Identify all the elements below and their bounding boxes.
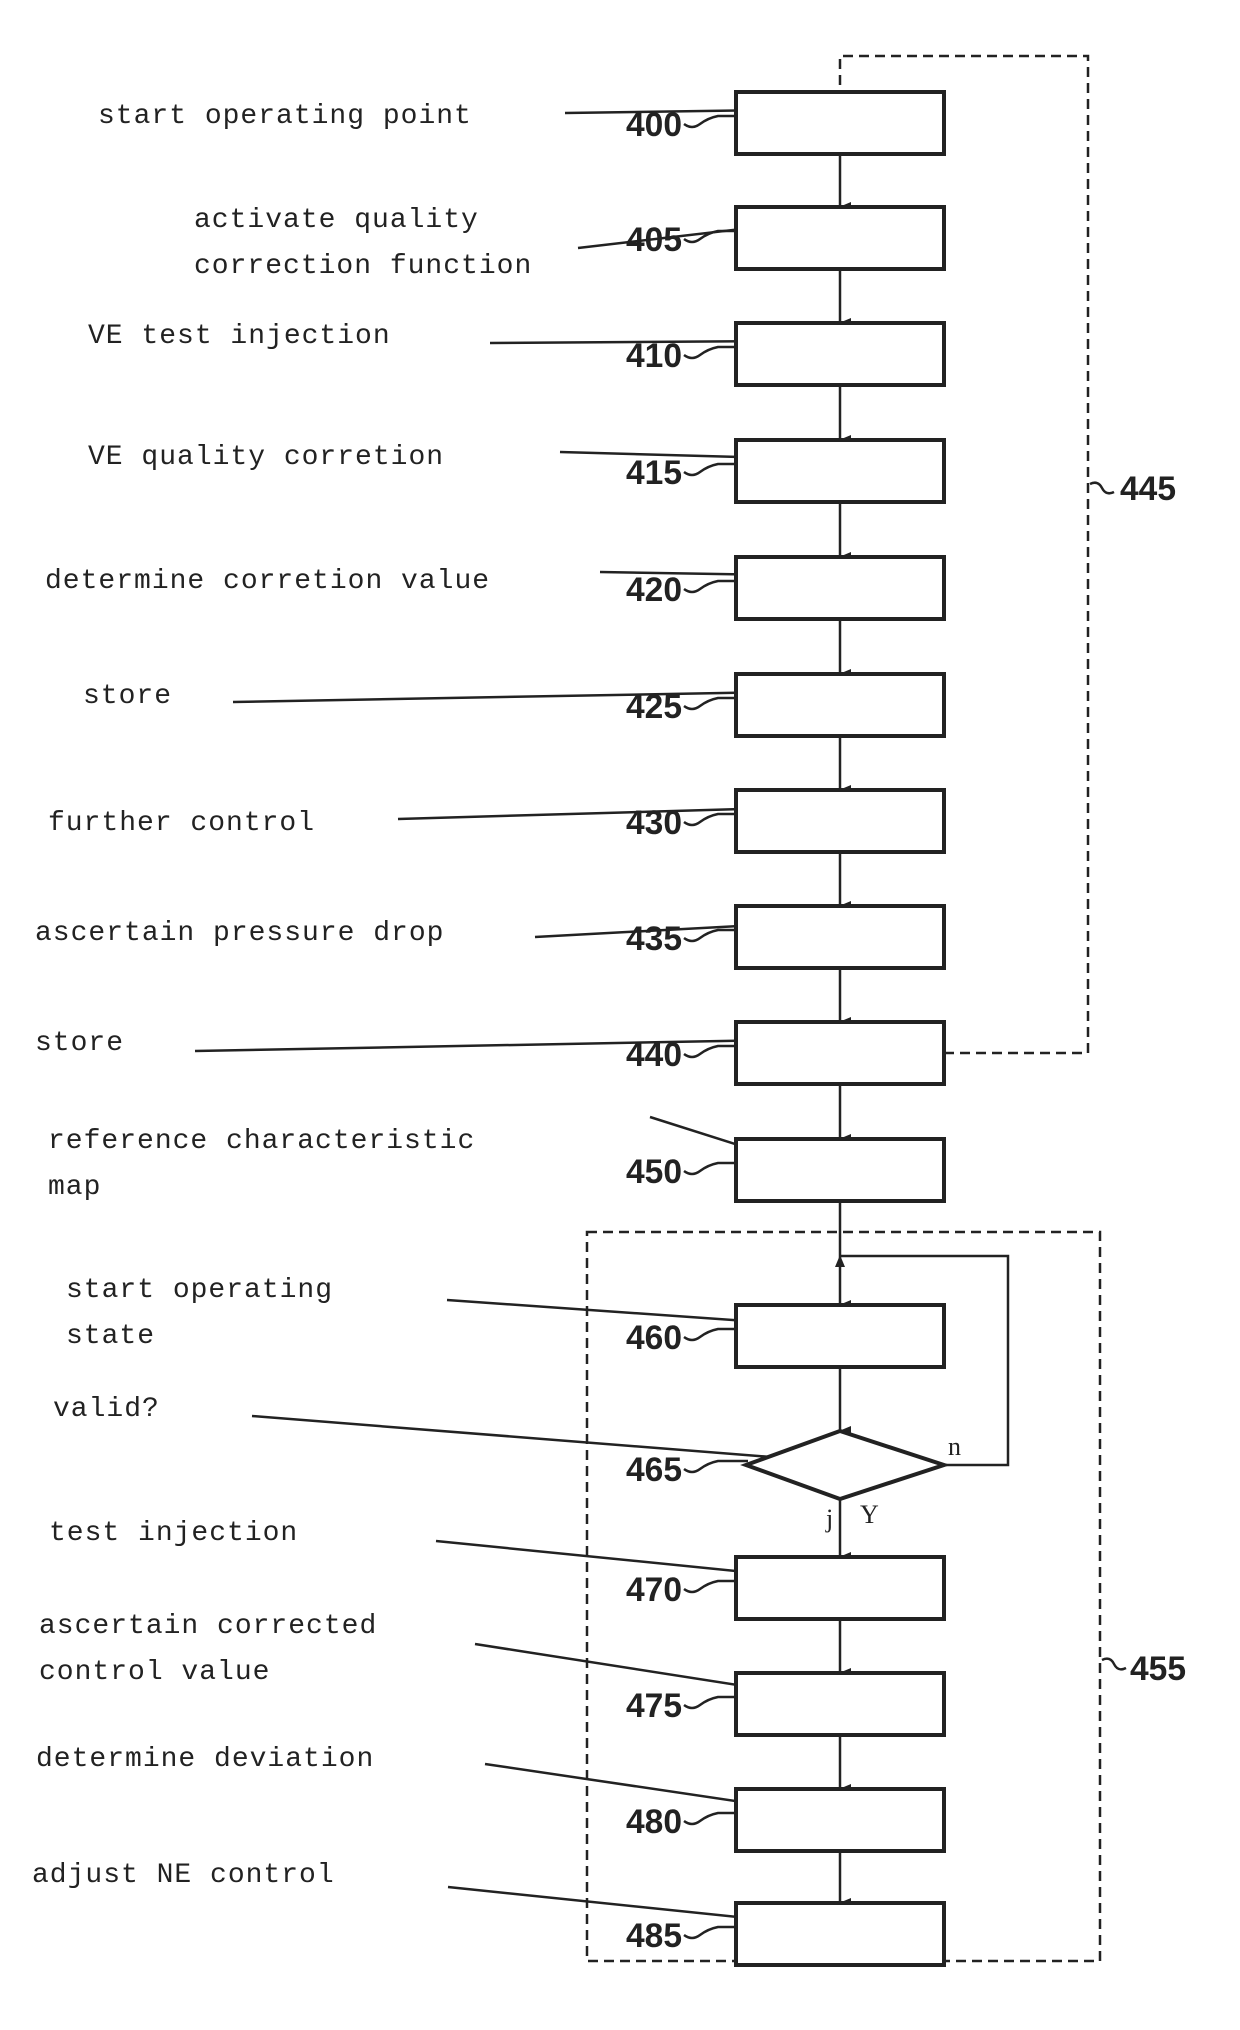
leader-line bbox=[251, 1414, 797, 1461]
step-label-410: VE test injection bbox=[88, 321, 391, 352]
leader-line bbox=[232, 690, 777, 704]
ref-squiggle bbox=[683, 1925, 736, 1940]
step-label-475: control value bbox=[39, 1657, 270, 1688]
step-label-415: VE quality corretion bbox=[88, 442, 444, 473]
leader-line bbox=[474, 1642, 777, 1693]
ref-squiggle bbox=[1101, 1657, 1127, 1671]
ref-squiggle bbox=[683, 114, 736, 129]
reference-number: 460 bbox=[626, 1319, 682, 1357]
ref-squiggle bbox=[683, 1579, 736, 1594]
process-box-405 bbox=[734, 205, 946, 271]
process-box-400 bbox=[734, 90, 946, 156]
step-label-465: valid? bbox=[53, 1394, 160, 1425]
step-label-430: further control bbox=[48, 808, 315, 839]
process-box-440 bbox=[734, 1020, 946, 1086]
leader-line bbox=[484, 1762, 777, 1809]
ref-squiggle bbox=[683, 1695, 736, 1710]
reference-number: 465 bbox=[626, 1451, 682, 1489]
ref-squiggle bbox=[683, 579, 736, 594]
reference-number: 480 bbox=[626, 1803, 682, 1841]
step-label-485: adjust NE control bbox=[32, 1860, 335, 1891]
process-box-470 bbox=[734, 1555, 946, 1621]
flowchart: 400 start operating point 405 activate qual… bbox=[32, 54, 1186, 1967]
yes-label: j bbox=[825, 1504, 833, 1533]
reference-number: 430 bbox=[626, 804, 682, 842]
step-label-405: correction function bbox=[194, 251, 532, 282]
reference-number: 400 bbox=[626, 106, 682, 144]
reference-number: 475 bbox=[626, 1687, 682, 1725]
group-ref-445: 445 bbox=[1120, 470, 1176, 508]
step-label-420: determine corretion value bbox=[45, 566, 490, 597]
process-box-480 bbox=[734, 1787, 946, 1853]
process-box-415 bbox=[734, 438, 946, 504]
process-box-450 bbox=[734, 1137, 946, 1203]
step-label-460: start operating bbox=[66, 1275, 333, 1306]
group-ref-455: 455 bbox=[1130, 1650, 1186, 1688]
decision-node-465 bbox=[740, 1428, 951, 1502]
process-box-425 bbox=[734, 672, 946, 738]
ref-squiggle bbox=[683, 1459, 748, 1474]
leader-line bbox=[446, 1298, 777, 1325]
step-label-425: store bbox=[83, 681, 172, 712]
ref-squiggle bbox=[683, 1811, 736, 1826]
reference-number: 420 bbox=[626, 571, 682, 609]
process-box-435 bbox=[734, 904, 946, 970]
step-label-470: test injection bbox=[49, 1518, 298, 1549]
process-box-485 bbox=[734, 1901, 946, 1967]
ref-squiggle bbox=[683, 462, 736, 477]
process-box-430 bbox=[734, 788, 946, 854]
ref-squiggle bbox=[683, 229, 736, 244]
ref-squiggle bbox=[683, 696, 736, 711]
step-label-475: ascertain corrected bbox=[39, 1611, 377, 1642]
ref-squiggle bbox=[683, 928, 736, 943]
leader-line bbox=[194, 1038, 777, 1053]
step-label-480: determine deviation bbox=[36, 1744, 374, 1775]
reference-number: 415 bbox=[626, 454, 682, 492]
reference-number: 485 bbox=[626, 1917, 682, 1955]
step-label-460: state bbox=[66, 1321, 155, 1352]
step-label-435: ascertain pressure drop bbox=[35, 918, 444, 949]
step-label-450: map bbox=[48, 1172, 101, 1203]
ref-squiggle bbox=[683, 1327, 736, 1342]
reference-number: 410 bbox=[626, 337, 682, 375]
yes-label-alt: Y bbox=[860, 1500, 879, 1529]
step-label-400: start operating point bbox=[98, 101, 472, 132]
process-box-460 bbox=[734, 1303, 946, 1369]
step-label-405: activate quality bbox=[194, 205, 479, 236]
reference-number: 405 bbox=[626, 221, 682, 259]
leader-line bbox=[435, 1539, 777, 1577]
reference-number: 425 bbox=[626, 688, 682, 726]
reference-number: 440 bbox=[626, 1036, 682, 1074]
step-label-450: reference characteristic bbox=[48, 1126, 475, 1157]
process-box-420 bbox=[734, 555, 946, 621]
ref-squiggle bbox=[683, 1044, 736, 1059]
ref-squiggle bbox=[683, 345, 736, 360]
process-box-410 bbox=[734, 321, 946, 387]
step-label-440: store bbox=[35, 1028, 124, 1059]
ref-squiggle bbox=[683, 812, 736, 827]
ref-squiggle bbox=[1089, 481, 1115, 495]
leader-line bbox=[447, 1885, 777, 1923]
reference-number: 470 bbox=[626, 1571, 682, 1609]
reference-number: 450 bbox=[626, 1153, 682, 1191]
no-label: n bbox=[948, 1432, 961, 1461]
reference-number: 435 bbox=[626, 920, 682, 958]
process-box-475 bbox=[734, 1671, 946, 1737]
ref-squiggle bbox=[683, 1161, 736, 1176]
